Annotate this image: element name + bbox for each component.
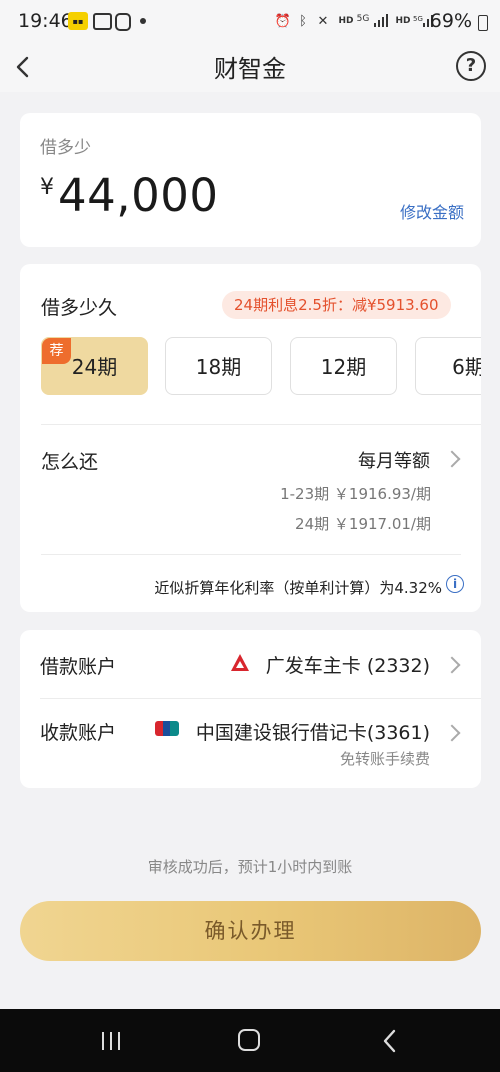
amount-label: 借多少	[40, 138, 91, 158]
account-card: 借款账户 广发车主卡 (2332) 收款账户 中国建设银行借记卡(3361) 免…	[20, 630, 481, 788]
term-option-label: 12期	[320, 355, 367, 379]
divider	[40, 698, 481, 699]
repayment-method: 每月等额	[358, 451, 430, 472]
signal-icon	[373, 12, 389, 30]
hd-icon: HD	[338, 16, 354, 26]
term-label: 借多少久	[41, 297, 118, 319]
term-option-label: 24期	[71, 355, 118, 379]
page-title: 财智金	[214, 55, 286, 83]
home-icon[interactable]	[238, 1029, 260, 1051]
confirm-button[interactable]: 确认办理	[20, 901, 481, 961]
mute-icon: ✕	[317, 13, 329, 29]
hd-icon: HD	[395, 16, 411, 26]
schedule-line: 1-23期 ￥1916.93/期	[280, 485, 431, 503]
term-option-label: 18期	[195, 355, 242, 379]
currency-symbol: ¥	[40, 175, 54, 200]
recent-apps-icon[interactable]	[100, 1031, 122, 1051]
modify-amount-link[interactable]: 修改金额	[400, 199, 464, 223]
promo-badge: 24期利息2.5折：减¥5913.60	[222, 291, 451, 319]
term-option-18[interactable]: 18期	[165, 337, 272, 395]
schedule-line: 24期 ￥1917.01/期	[295, 515, 431, 533]
amount-card: 借多少 ¥ 44,000 修改金额	[20, 113, 481, 247]
status-bar: 19:46 ▪▪ ⏰ ᛒ ✕ HD 5G HD 5G 69%	[0, 0, 500, 44]
term-card: 借多少久 24期利息2.5折：减¥5913.60 24期 荐 18期 12期 6…	[20, 264, 481, 612]
status-time: 19:46	[18, 10, 73, 32]
watch-icon	[115, 13, 131, 31]
back-nav-icon[interactable]	[380, 1029, 400, 1053]
fee-note: 免转账手续费	[339, 750, 430, 768]
borrow-account-value: 广发车主卡 (2332)	[265, 655, 430, 677]
repayment-label: 怎么还	[41, 451, 99, 473]
system-nav-bar	[0, 1009, 500, 1072]
alarm-icon: ⏰	[274, 13, 292, 29]
svg-text:5G: 5G	[413, 15, 423, 23]
5g-signal-icon: 5G	[356, 14, 370, 24]
divider	[41, 424, 481, 425]
arrival-notice: 审核成功后，预计1小时内到账	[147, 858, 353, 876]
term-option-24[interactable]: 24期 荐	[41, 337, 148, 395]
loan-amount: 44,000	[58, 169, 219, 222]
gallery-icon	[93, 13, 112, 30]
recommended-tag: 荐	[42, 338, 71, 364]
bluetooth-icon: ᛒ	[299, 13, 307, 29]
receive-account-value: 中国建设银行借记卡(3361)	[195, 722, 430, 744]
header: 财智金 ?	[0, 44, 500, 92]
battery-percent: 69%	[429, 10, 472, 32]
term-option-12[interactable]: 12期	[290, 337, 397, 395]
app-notification-icon: ▪▪	[68, 12, 88, 30]
dot-icon	[140, 18, 146, 24]
battery-icon	[478, 15, 488, 31]
borrow-account-label: 借款账户	[40, 656, 117, 678]
cgb-bank-logo-icon	[230, 653, 250, 673]
receive-account-label: 收款账户	[40, 722, 117, 744]
apr-note: 近似折算年化利率（按单利计算）为4.32%	[154, 579, 442, 597]
help-icon[interactable]: ?	[456, 51, 486, 81]
term-option-6[interactable]: 6期	[415, 337, 481, 395]
unionpay-logo-icon	[155, 721, 179, 736]
divider	[41, 554, 461, 555]
term-option-label: 6期	[452, 355, 481, 379]
info-icon[interactable]: i	[446, 575, 464, 593]
